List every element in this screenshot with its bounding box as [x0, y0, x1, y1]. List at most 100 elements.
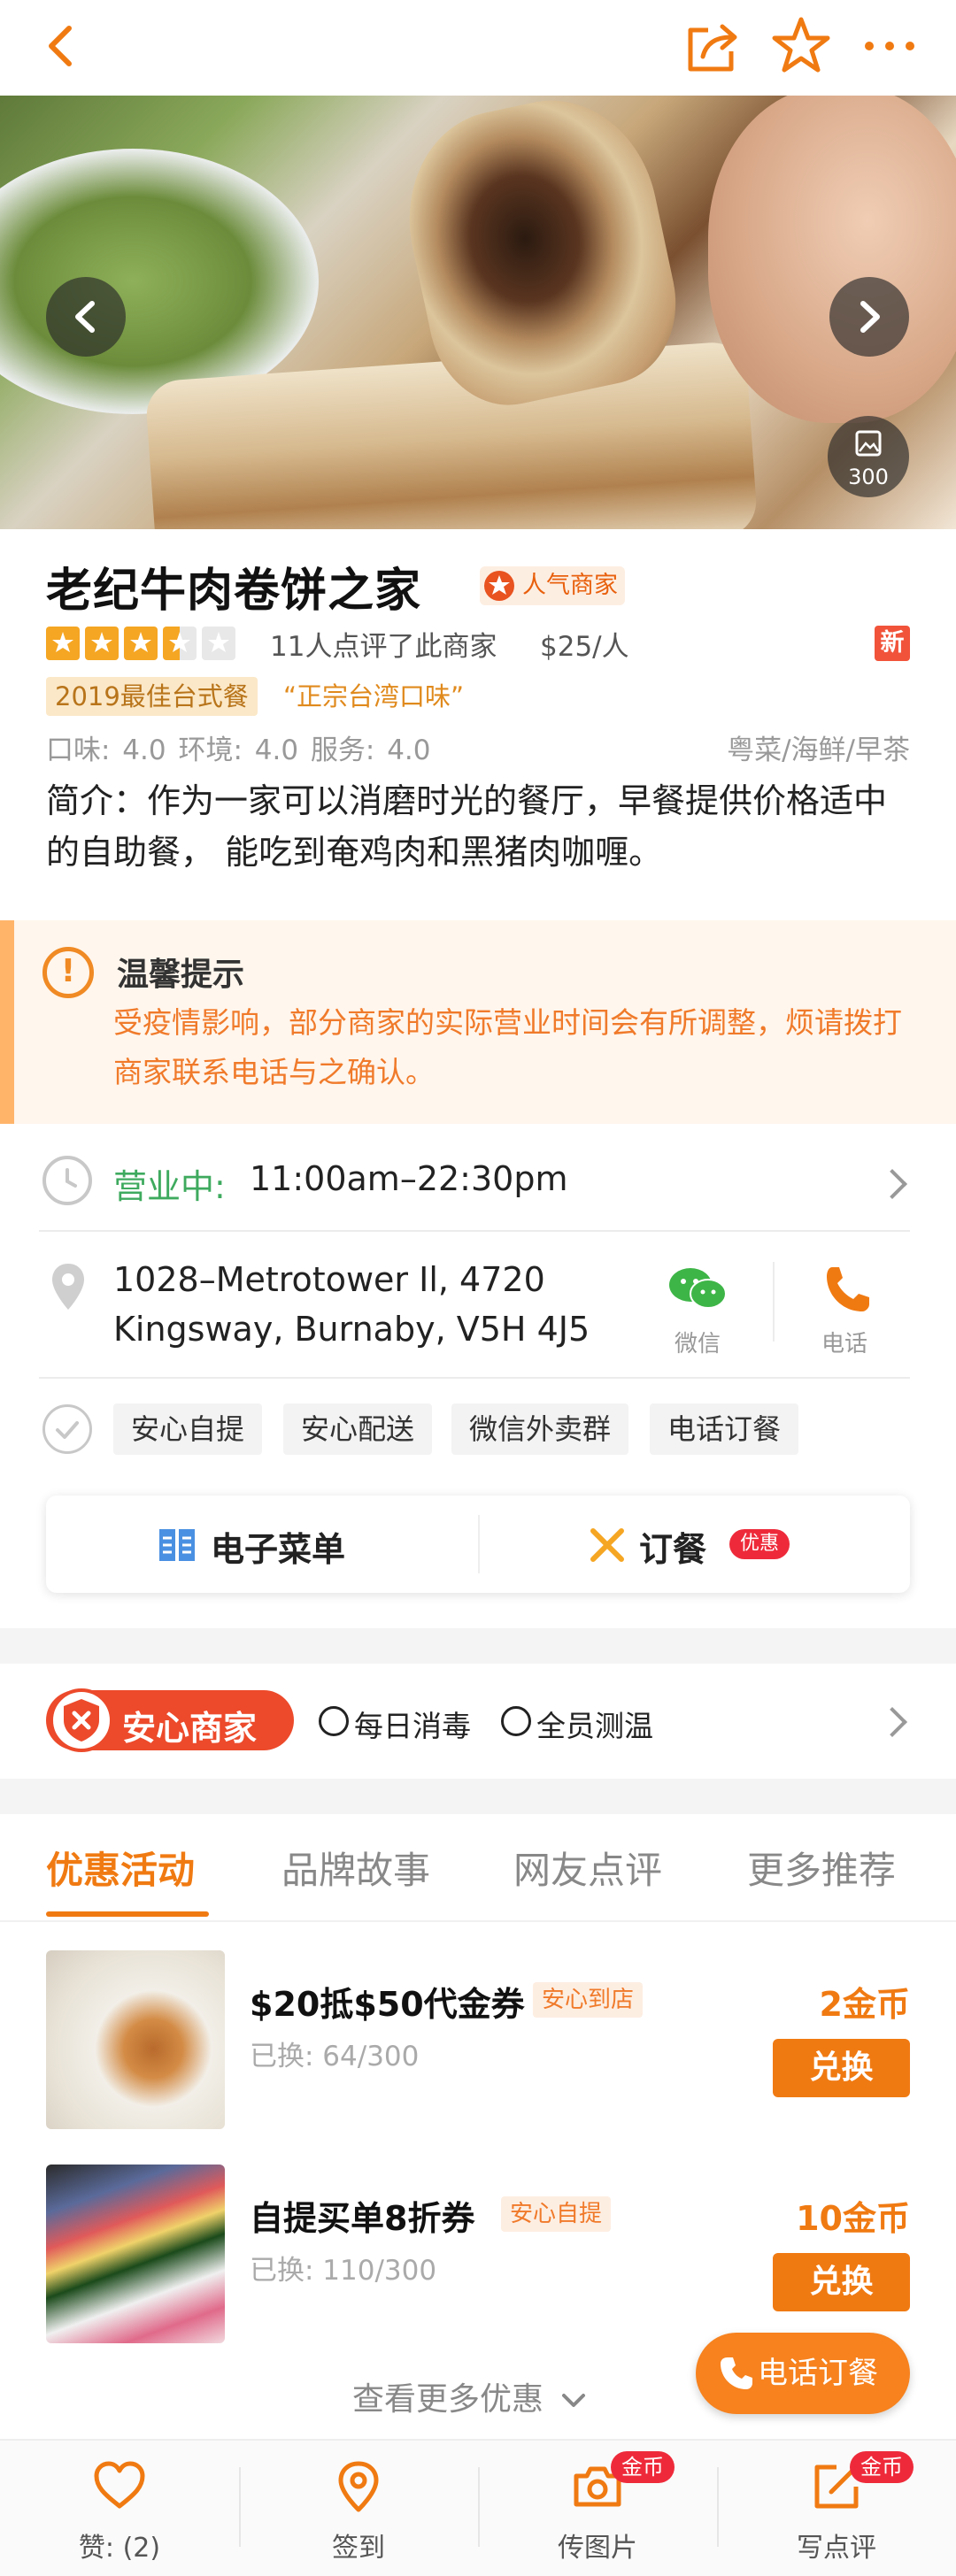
divider [773, 1262, 775, 1342]
phone-order-button[interactable]: 电话订餐 [696, 2333, 910, 2414]
phone-icon [721, 2357, 752, 2389]
section-gap [0, 1628, 956, 1664]
business-hours-row[interactable]: 营业中: 11:00am–22:30pm [0, 1133, 956, 1230]
tab-promotions[interactable]: 优惠活动 [46, 1841, 195, 1895]
notice-banner: 温馨提示 受疫情影响，部分商家的实际营业时间会有所调整，烦请拨打商家联系电话与之… [0, 920, 956, 1124]
location-pin-icon [52, 1264, 84, 1310]
wechat-button[interactable]: 微信 [662, 1262, 733, 1359]
photo-count-button[interactable]: 300 [828, 416, 909, 497]
popular-badge: 人气商家 [480, 566, 625, 605]
tab-more-recommendations[interactable]: 更多推荐 [747, 1841, 896, 1895]
assurance-row[interactable]: 安心商家 每日消毒 全员测温 [0, 1664, 956, 1779]
assurance-item: 全员测温 [536, 1709, 653, 1743]
deal-image[interactable] [46, 1950, 225, 2129]
address-line-2: Kingsway, Burnaby, V5H 4J5 [113, 1310, 590, 1349]
wechat-label: 微信 [674, 1331, 721, 1357]
popular-star-icon [484, 571, 514, 601]
chevron-right-icon [877, 1169, 907, 1199]
divider [39, 1230, 910, 1232]
menu-order-card: 电子菜单 订餐 优惠 [46, 1496, 910, 1593]
photo-count: 300 [848, 465, 889, 489]
like-button[interactable]: 赞: (2) [0, 2441, 239, 2576]
location-pin-icon [338, 2461, 379, 2512]
menu-book-icon [159, 1529, 195, 1561]
favorite-star-icon[interactable] [770, 14, 832, 76]
share-icon[interactable] [682, 16, 744, 78]
cuisine-types: 粤菜/海鲜/早茶 [727, 734, 910, 766]
more-deals-link[interactable]: 查看更多优惠 [352, 2373, 589, 2419]
warning-icon [42, 947, 94, 998]
redeem-button[interactable]: 兑换 [773, 2039, 910, 2097]
more-icon[interactable] [859, 16, 921, 78]
next-photo-button[interactable] [829, 277, 909, 357]
utensils-icon [590, 1528, 624, 1562]
check-icon [501, 1706, 531, 1736]
phone-order-label: 电话订餐 [758, 2356, 878, 2391]
write-review-label: 写点评 [797, 2533, 876, 2564]
active-tab-indicator [46, 1911, 209, 1917]
deal-redeemed: 已换: 64/300 [250, 2041, 420, 2072]
shop-name: 老纪牛肉卷饼之家 [46, 565, 422, 618]
photo-hand [708, 96, 956, 423]
chevron-down-icon [562, 2394, 586, 2407]
checkin-label: 签到 [332, 2533, 385, 2564]
like-label: 赞: (2) [78, 2533, 161, 2564]
deal-coins: 10金币 [796, 2199, 910, 2238]
check-circle-icon [42, 1404, 92, 1454]
back-icon[interactable] [35, 19, 89, 73]
upload-photo-button[interactable]: 金币 传图片 [478, 2441, 717, 2576]
deal-title[interactable]: 自提买单8折券 [250, 2191, 474, 2240]
safe-merchant-label: 安心商家 [122, 1709, 258, 1748]
tab-brand-story[interactable]: 品牌故事 [281, 1841, 430, 1895]
deal-redeemed: 已换: 110/300 [250, 2255, 437, 2287]
deal-image[interactable] [46, 2165, 225, 2343]
e-menu-button[interactable]: 电子菜单 [46, 1496, 478, 1593]
chevron-right-icon [877, 1707, 907, 1737]
upload-photo-label: 传图片 [558, 2533, 637, 2564]
heart-icon [94, 2461, 145, 2509]
coin-badge: 金币 [611, 2451, 675, 2483]
tab-reviews[interactable]: 网友点评 [513, 1841, 662, 1895]
phone-label: 电话 [821, 1331, 867, 1357]
section-gap [0, 1779, 956, 1814]
star-glyphs [52, 632, 229, 652]
divider [0, 1920, 956, 1922]
service-tag: 安心配送 [283, 1403, 433, 1455]
notice-title: 温馨提示 [117, 957, 245, 993]
notice-accent-bar [0, 920, 14, 1124]
phone-icon [827, 1267, 869, 1311]
deal-title[interactable]: $20抵$50代金券 [250, 1977, 525, 2026]
wechat-icon [669, 1268, 727, 1309]
hero-photo[interactable]: 300 [0, 96, 956, 529]
call-button[interactable]: 电话 [809, 1262, 880, 1359]
quote-tag: “正宗台湾口味” [283, 681, 465, 711]
prev-photo-button[interactable] [46, 277, 126, 357]
address-line-1: 1028–Metrotower Il, 4720 [113, 1260, 545, 1299]
assurance-item: 每日消毒 [354, 1709, 471, 1743]
bottom-action-bar: 赞: (2) 签到 金币 传图片 金币 写点评 [0, 2439, 956, 2576]
notice-body: 受疫情影响，部分商家的实际营业时间会有所调整，烦请拨打商家联系电话与之确认。 [113, 1005, 902, 1089]
divider [39, 1377, 910, 1379]
order-button[interactable]: 订餐 优惠 [480, 1496, 910, 1593]
image-icon [855, 430, 882, 457]
deal-tag: 安心到店 [533, 1982, 644, 2018]
shop-intro: 简介：作为一家可以消磨时光的餐厅，早餐提供价格适中的自助餐， 能吃到奄鸡肉和黑猪… [46, 781, 888, 872]
deal-tag: 安心自提 [501, 2196, 612, 2232]
top-bar [0, 0, 956, 96]
order-label: 订餐 [639, 1530, 707, 1569]
service-tag: 电话订餐 [650, 1403, 799, 1455]
redeem-button[interactable]: 兑换 [773, 2253, 910, 2311]
shield-icon [50, 1688, 113, 1752]
award-tag: 2019最佳台式餐 [46, 677, 258, 716]
detailed-scores: 口味: 4.0 环境: 4.0 服务: 4.0 [46, 734, 431, 766]
popular-badge-label: 人气商家 [522, 572, 618, 599]
more-deals-label: 查看更多优惠 [352, 2381, 544, 2418]
checkin-button[interactable]: 签到 [239, 2441, 478, 2576]
write-review-button[interactable]: 金币 写点评 [717, 2441, 956, 2576]
open-status: 营业中: [113, 1167, 226, 1206]
discount-badge: 优惠 [729, 1529, 790, 1559]
chevron-right-icon [860, 301, 880, 333]
review-stats[interactable]: 11人点评了此商家 [270, 624, 497, 664]
check-icon [319, 1706, 349, 1736]
service-tag: 安心自提 [113, 1403, 263, 1455]
